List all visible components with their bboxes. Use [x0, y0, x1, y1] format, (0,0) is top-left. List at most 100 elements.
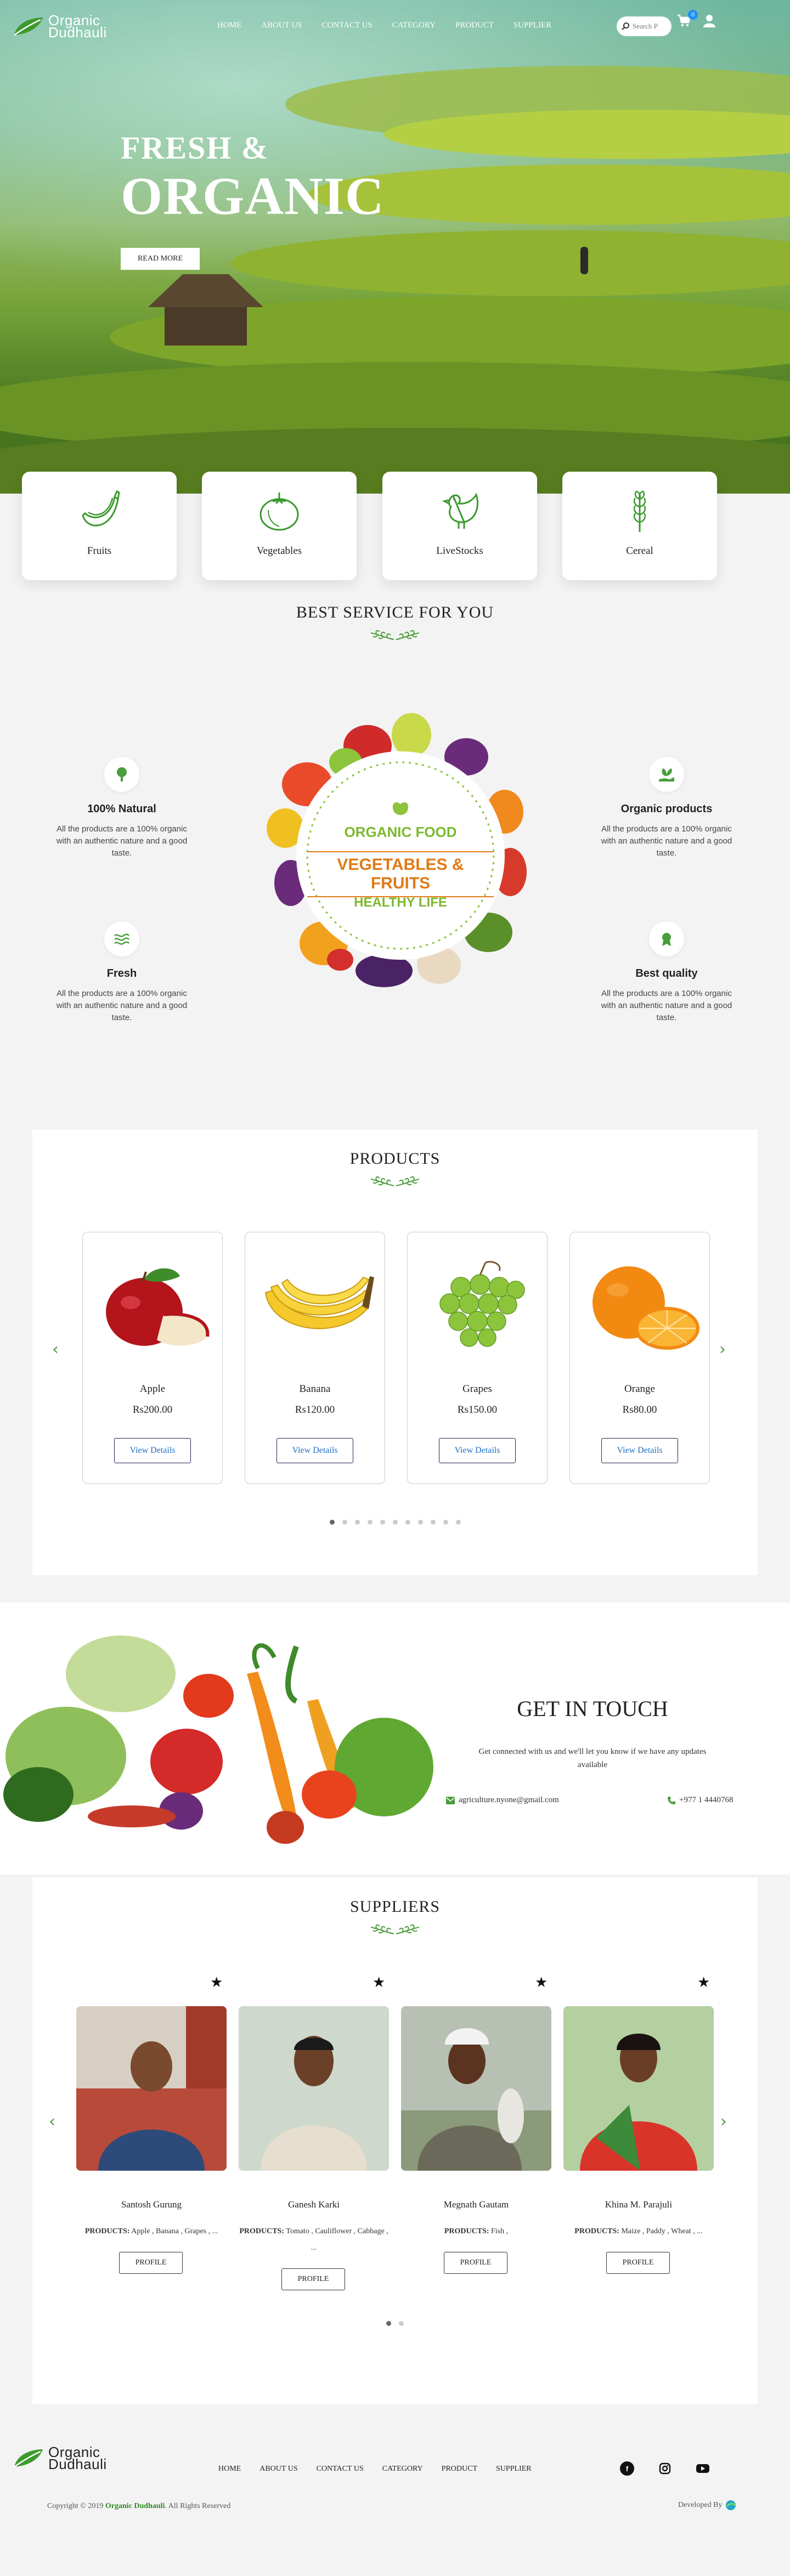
favorite-star-icon[interactable]: ★: [373, 1974, 385, 1991]
profile-button[interactable]: PROFILE: [281, 2268, 345, 2290]
nav-about[interactable]: ABOUT US: [261, 21, 302, 30]
footer-nav-contact[interactable]: CONTACT US: [317, 2465, 364, 2473]
product-page-dot[interactable]: [342, 1520, 347, 1525]
developed-by: Developed By: [678, 2500, 736, 2511]
favorite-star-icon[interactable]: ★: [535, 1974, 548, 1991]
favorite-star-icon[interactable]: ★: [697, 1974, 710, 1991]
leaves-divider-icon: [370, 1924, 420, 1934]
plate-text-middle: VEGETABLES & FRUITS: [307, 851, 494, 897]
supplier-name: Santosh Gurung: [121, 2199, 182, 2210]
product-page-dot[interactable]: [405, 1520, 410, 1525]
category-card-fruits[interactable]: Fruits: [22, 472, 177, 580]
nav-supplier[interactable]: SUPPLIER: [514, 21, 551, 30]
products-next-arrow[interactable]: ›: [719, 1341, 730, 1358]
instagram-icon[interactable]: [658, 2461, 672, 2476]
read-more-button[interactable]: READ MORE: [121, 248, 200, 270]
supplier-photo: [239, 2006, 389, 2171]
category-label: Fruits: [87, 545, 112, 557]
hero-line1: FRESH &: [121, 130, 269, 166]
view-details-button[interactable]: View Details: [114, 1438, 191, 1463]
product-page-dot[interactable]: [443, 1520, 448, 1525]
category-label: Vegetables: [256, 545, 302, 557]
product-page-dot[interactable]: [417, 1520, 423, 1525]
feature-description: All the products are a 100% organic with…: [601, 824, 732, 858]
products-label: PRODUCTS:: [84, 2227, 130, 2235]
nav-category[interactable]: CATEGORY: [392, 21, 436, 30]
suppliers-section: SUPPLIERS ‹ › ★ Santosh Gurung PRODUCTS:…: [32, 1878, 758, 2404]
search-input[interactable]: [633, 22, 665, 31]
service-title: BEST SERVICE FOR YOU: [296, 603, 494, 621]
view-details-button[interactable]: View Details: [601, 1438, 678, 1463]
suppliers-title: SUPPLIERS: [349, 1898, 441, 1916]
footer-nav-supplier[interactable]: SUPPLIER: [496, 2465, 532, 2473]
nav-contact[interactable]: CONTACT US: [322, 21, 373, 30]
contact-email[interactable]: agriculture.nyone@gmail.com: [445, 1796, 559, 1805]
product-page-dot[interactable]: [392, 1520, 398, 1525]
supplier-photo: [401, 2006, 551, 2171]
profile-button[interactable]: PROFILE: [119, 2252, 183, 2274]
supplier-page-dot[interactable]: [399, 2321, 404, 2326]
product-page-dot[interactable]: [367, 1520, 373, 1525]
supplier-products-list: Fish ,: [491, 2227, 509, 2235]
footer-nav-category[interactable]: CATEGORY: [382, 2465, 423, 2473]
product-name: Apple: [139, 1383, 166, 1395]
user-account-button[interactable]: [703, 14, 718, 30]
feature-title: 100% Natural: [87, 803, 156, 815]
copyright-suffix: . All Rights Reserved: [165, 2502, 231, 2510]
banana-icon: [82, 490, 120, 526]
contact-phone[interactable]: +977 1 4440768: [667, 1796, 733, 1805]
footer-brand-logo[interactable]: Organic Dudhauli: [12, 2445, 107, 2472]
supplier-page-dot[interactable]: [386, 2321, 391, 2326]
footer: Organic Dudhauli HOME ABOUT US CONTACT U…: [0, 2435, 790, 2543]
nav-product[interactable]: PRODUCT: [455, 21, 494, 30]
profile-button[interactable]: PROFILE: [444, 2252, 507, 2274]
suppliers-prev-arrow[interactable]: ‹: [49, 2114, 60, 2130]
main-nav: HOME ABOUT US CONTACT US CATEGORY PRODUC…: [217, 21, 551, 30]
product-name: Orange: [624, 1383, 655, 1395]
favorite-star-icon[interactable]: ★: [210, 1974, 223, 1991]
suppliers-pagination: [32, 2321, 758, 2326]
product-page-dot[interactable]: [329, 1520, 335, 1525]
supplier-products-list: Apple , Banana , Grapes , ...: [131, 2227, 218, 2235]
product-page-dot[interactable]: [354, 1520, 360, 1525]
view-details-button[interactable]: View Details: [276, 1438, 353, 1463]
suppliers-next-arrow[interactable]: ›: [720, 2114, 731, 2130]
view-details-button[interactable]: View Details: [439, 1438, 516, 1463]
developer-logo-icon[interactable]: [725, 2500, 736, 2511]
supplier-products-list: Maize , Paddy , Wheat , ...: [621, 2227, 703, 2235]
category-card-livestocks[interactable]: LiveStocks: [382, 472, 537, 580]
brand-logo[interactable]: Organic Dudhauli: [12, 13, 107, 39]
brand-line2: Dudhauli: [48, 2456, 107, 2472]
phone-icon: [668, 1796, 675, 1804]
footer-nav-product[interactable]: PRODUCT: [442, 2465, 477, 2473]
category-label: LiveStocks: [436, 545, 483, 557]
youtube-icon[interactable]: [696, 2461, 710, 2476]
product-page-dot[interactable]: [455, 1520, 461, 1525]
products-prev-arrow[interactable]: ‹: [52, 1341, 63, 1358]
product-card: Orange Rs80.00 View Details: [569, 1232, 710, 1484]
product-page-dot[interactable]: [380, 1520, 385, 1525]
product-page-dot[interactable]: [430, 1520, 436, 1525]
cart-button[interactable]: 0: [677, 10, 698, 31]
tomato-icon: [259, 492, 299, 531]
hero-line2: ORGANIC: [121, 167, 385, 226]
search-box: [617, 16, 672, 36]
footer-nav-about[interactable]: ABOUT US: [259, 2465, 297, 2473]
category-strip: Fruits Vegetables LiveStocks Cereal: [0, 472, 790, 580]
nav-home[interactable]: HOME: [217, 21, 241, 30]
profile-button[interactable]: PROFILE: [606, 2252, 670, 2274]
search-icon[interactable]: [621, 22, 630, 31]
supplier-products: PRODUCTS: Apple , Banana , Grapes , ...: [76, 2223, 227, 2240]
category-card-cereal[interactable]: Cereal: [562, 472, 717, 580]
facebook-icon[interactable]: f: [620, 2461, 634, 2476]
contact-section: GET IN TOUCH Get connected with us and w…: [0, 1603, 790, 1875]
supplier-photo: [563, 2006, 714, 2171]
copyright-brand-link[interactable]: Organic Dudhauli: [105, 2502, 165, 2510]
feature-title: Best quality: [635, 967, 698, 980]
supplier-products-list: Tomato , Cauliflower , Cabbage , ...: [286, 2227, 388, 2252]
category-card-vegetables[interactable]: Vegetables: [202, 472, 357, 580]
footer-nav-home[interactable]: HOME: [218, 2465, 241, 2473]
seedling-hand-icon: [649, 757, 684, 792]
organic-food-plate-image: ORGANIC FOOD VEGETABLES & FRUITS HEALTHY…: [247, 697, 554, 1004]
category-label: Cereal: [626, 545, 653, 557]
